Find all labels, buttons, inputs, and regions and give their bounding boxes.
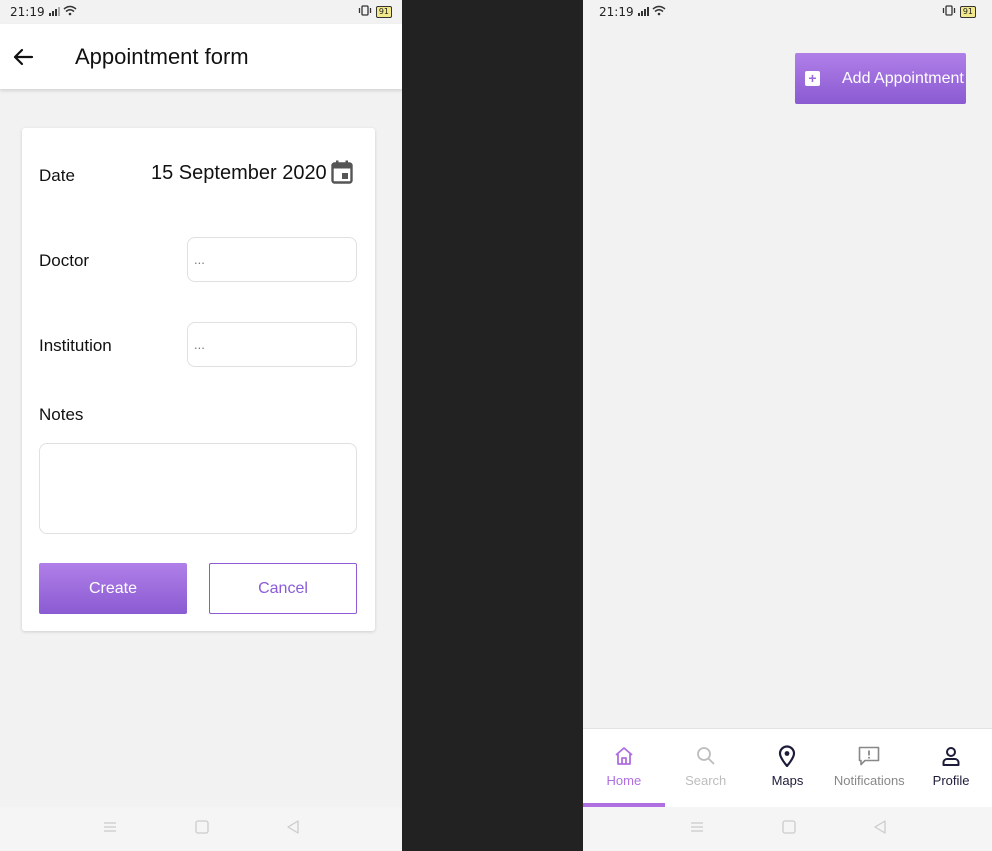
home-square-icon[interactable]	[195, 819, 209, 839]
vibrate-icon	[358, 5, 372, 19]
map-pin-icon	[778, 743, 796, 769]
back-triangle-icon[interactable]	[287, 819, 299, 839]
nav-home-label: Home	[606, 773, 642, 788]
home-icon	[614, 743, 634, 769]
nav-maps[interactable]: Maps	[747, 729, 829, 807]
bottom-navigation: Home Search Maps Notifications Profile	[583, 728, 992, 807]
create-button[interactable]: Create	[39, 563, 187, 614]
nav-notifications[interactable]: Notifications	[828, 729, 910, 807]
profile-icon	[941, 743, 961, 769]
status-bar: 21:19 91	[0, 0, 402, 24]
vibrate-icon	[942, 5, 956, 19]
add-appointment-label: Add Appointment	[842, 69, 964, 87]
nav-maps-label: Maps	[771, 773, 804, 788]
cancel-button[interactable]: Cancel	[209, 563, 357, 614]
status-time: 21:19	[10, 5, 45, 19]
doctor-input[interactable]	[187, 237, 357, 282]
system-nav-bar	[583, 807, 992, 851]
back-arrow-icon[interactable]	[0, 34, 46, 80]
signal-icon	[637, 5, 652, 19]
menu-icon[interactable]	[103, 820, 117, 838]
plus-icon: +	[805, 71, 820, 86]
wifi-icon	[63, 5, 77, 19]
notes-textarea[interactable]	[39, 443, 357, 534]
nav-search[interactable]: Search	[665, 729, 747, 807]
nav-home[interactable]: Home	[583, 729, 665, 807]
search-icon	[696, 743, 716, 769]
nav-notifications-label: Notifications	[833, 773, 905, 788]
home-screen: 21:19 91 + Add Appointment Home Search M…	[583, 0, 992, 851]
battery-indicator: 91	[959, 6, 976, 18]
wifi-icon	[652, 5, 666, 19]
battery-indicator: 91	[375, 6, 392, 18]
app-bar: Appointment form	[0, 24, 402, 89]
home-square-icon[interactable]	[781, 819, 796, 839]
notes-label: Notes	[39, 405, 84, 424]
appointment-form-card: Date 15 September 2020 Doctor Institutio…	[22, 128, 375, 631]
date-label: Date	[39, 166, 75, 185]
date-value[interactable]: 15 September 2020	[151, 162, 327, 185]
menu-icon[interactable]	[690, 820, 704, 838]
nav-profile-label: Profile	[932, 773, 970, 788]
nav-search-label: Search	[685, 773, 727, 788]
institution-label: Institution	[39, 336, 112, 355]
system-nav-bar	[0, 807, 402, 851]
status-time: 21:19	[599, 5, 634, 19]
status-bar: 21:19 91	[583, 0, 992, 24]
notification-icon	[858, 743, 880, 769]
appointment-form-screen: 21:19 91 Appointment form Date 15 Septem…	[0, 0, 402, 851]
doctor-label: Doctor	[39, 251, 90, 270]
add-appointment-button[interactable]: + Add Appointment	[795, 53, 966, 104]
page-title: Appointment form	[75, 43, 249, 69]
institution-input[interactable]	[187, 322, 357, 367]
calendar-icon[interactable]	[331, 160, 353, 189]
nav-profile[interactable]: Profile	[910, 729, 992, 807]
signal-icon	[48, 5, 63, 19]
back-triangle-icon[interactable]	[873, 819, 886, 839]
